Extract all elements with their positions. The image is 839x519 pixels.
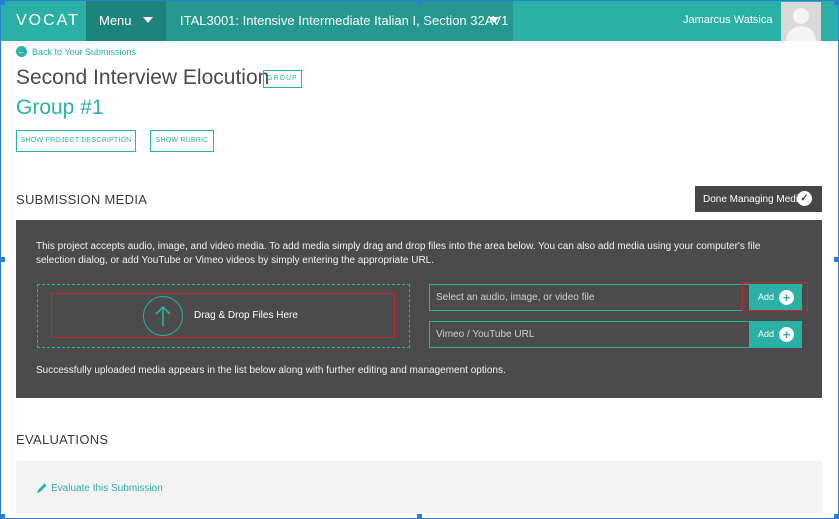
user-avatar-icon[interactable] (781, 2, 821, 41)
resize-handle-s[interactable] (417, 514, 422, 519)
video-url-input[interactable] (430, 322, 749, 347)
evaluations-heading: EVALUATIONS (16, 432, 109, 447)
avatar-body (786, 26, 816, 41)
evaluate-link-label: Evaluate this Submission (51, 482, 163, 494)
user-name[interactable]: Jamarcus Watsica (683, 14, 772, 26)
resize-handle-se[interactable] (834, 514, 839, 519)
media-footer-note: Successfully uploaded media appears in t… (36, 365, 506, 376)
menu-button[interactable]: Menu (86, 0, 166, 41)
course-selector[interactable]: ITAL3001: Intensive Intermediate Italian… (166, 0, 513, 41)
menu-label: Menu (99, 13, 132, 28)
check-circle-icon: ✓ (797, 191, 812, 206)
avatar-head (793, 8, 809, 24)
group-name: Group #1 (16, 96, 104, 119)
show-rubric-button[interactable]: SHOW RUBRIC (150, 130, 214, 152)
media-instructions: This project accepts audio, image, and v… (36, 241, 761, 266)
pencil-icon (37, 483, 47, 493)
drop-zone-label: Drag & Drop Files Here (194, 310, 298, 321)
add-url-button[interactable]: Add + (750, 321, 802, 348)
course-label: ITAL3001: Intensive Intermediate Italian… (180, 13, 509, 28)
drop-zone-highlight: Drag & Drop Files Here (51, 293, 395, 338)
page-title: Second Interview Elocution (16, 66, 270, 89)
drop-zone[interactable]: Drag & Drop Files Here (37, 284, 410, 348)
upload-arrow-icon (143, 296, 183, 336)
resize-handle-w[interactable] (0, 257, 5, 262)
done-managing-media-button[interactable]: Done Managing Media ✓ (695, 186, 822, 212)
evaluations-panel: Evaluate this Submission (16, 461, 822, 513)
chevron-down-icon (143, 17, 153, 23)
evaluate-submission-link[interactable]: Evaluate this Submission (36, 482, 163, 494)
add-url-label: Add (758, 329, 775, 339)
resize-handle-nw[interactable] (0, 0, 5, 5)
file-select-input[interactable] (430, 285, 749, 310)
back-link-label: Back to Your Submissions (32, 46, 137, 57)
resize-handle-n[interactable] (417, 0, 422, 5)
show-project-description-button[interactable]: SHOW PROJECT DESCRIPTION (16, 130, 136, 152)
resize-handle-e[interactable] (834, 257, 839, 262)
media-upload-panel: This project accepts audio, image, and v… (16, 220, 822, 398)
resize-handle-sw[interactable] (0, 514, 5, 519)
resize-handle-ne[interactable] (834, 0, 839, 5)
vocat-logo[interactable]: VOCAT (16, 12, 80, 30)
arrow-left-circle-icon: ← (16, 46, 27, 57)
file-select-field[interactable] (429, 284, 750, 311)
video-url-field[interactable] (429, 321, 750, 348)
done-button-label: Done Managing Media (703, 194, 804, 205)
back-to-submissions-link[interactable]: ← Back to Your Submissions (16, 45, 136, 58)
submission-media-heading: SUBMISSION MEDIA (16, 192, 148, 207)
group-badge: GROUP (263, 70, 302, 88)
chevron-down-icon (489, 17, 499, 23)
add-button-highlight (742, 282, 808, 311)
plus-circle-icon: + (779, 327, 794, 342)
top-nav-bar: VOCAT Menu ITAL3001: Intensive Intermedi… (0, 0, 839, 41)
